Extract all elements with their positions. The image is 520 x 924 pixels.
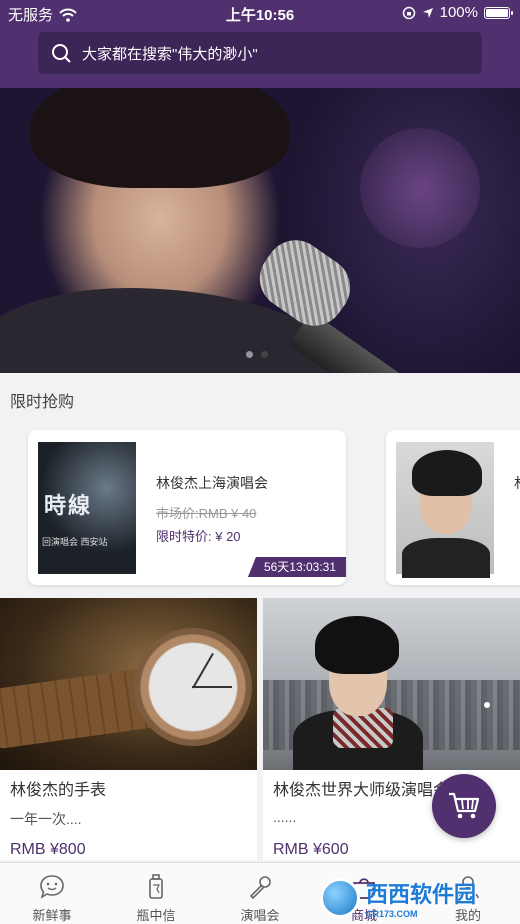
tab-news[interactable]: 新鲜事 [0, 863, 104, 924]
location-arrow-icon [422, 7, 433, 18]
artist-portrait-image [396, 442, 494, 578]
watermark-site: CR173.COM [366, 909, 418, 919]
product-price: RMB ¥600 [273, 841, 349, 858]
product-description: 一年一次.... [10, 811, 82, 827]
product-name: 林俊杰世界大师级演唱会 [273, 782, 450, 799]
tab-label: 瓶中信 [136, 908, 176, 923]
tab-bottle-message[interactable]: 瓶中信 [104, 863, 208, 924]
flash-sale-card[interactable]: 林 [386, 430, 520, 585]
product-name: 林俊杰的手表 [10, 782, 107, 799]
product-card[interactable]: 林俊杰的手表 一年一次.... RMB ¥800 [0, 598, 257, 860]
banner-pagination [246, 351, 268, 358]
flash-sale-card[interactable]: 時線 回演唱会 西安站 林俊杰上海演唱会 市场价:RMB ¥ 40 限时特价: … [28, 430, 346, 585]
bottle-icon [149, 874, 163, 899]
watermark-logo-icon [320, 878, 360, 918]
battery-icon [484, 6, 513, 19]
artist-photo-image [263, 598, 520, 770]
countdown-badge: 56天13:03:31 [247, 557, 346, 577]
status-bar: 无服务 上午10:56 100% [0, 0, 520, 28]
tab-concert[interactable]: 演唱会 [208, 863, 312, 924]
product-price: RMB ¥800 [10, 841, 86, 858]
chat-bubble-icon [40, 875, 64, 899]
pagination-dot-active[interactable] [261, 351, 268, 358]
flash-sale-carousel[interactable]: 時線 回演唱会 西安站 林俊杰上海演唱会 市场价:RMB ¥ 40 限时特价: … [0, 412, 520, 597]
pagination-dot[interactable] [246, 351, 253, 358]
concert-poster-image: 時線 回演唱会 西安站 [38, 442, 136, 574]
rotation-lock-icon [402, 6, 415, 19]
shopping-cart-icon [449, 792, 480, 819]
flash-item-name: 林俊杰上海演唱会 [156, 475, 268, 491]
top-header: 无服务 上午10:56 100% 大家都在搜索"伟大的渺小" [0, 0, 520, 88]
flash-special-price: 限时特价: ¥ 20 [156, 529, 241, 544]
flash-sale-title: 限时抢购 [10, 394, 75, 411]
flash-market-price: 市场价:RMB ¥ 40 [156, 506, 257, 521]
watermark-logo: 西西软件园 CR173.COM [320, 872, 500, 924]
battery-label: 100% [439, 4, 478, 21]
product-description: ...... [273, 809, 297, 825]
flash-item-name: 林 [514, 473, 520, 493]
cart-button[interactable] [432, 774, 496, 838]
search-placeholder: 大家都在搜索"伟大的渺小" [82, 45, 258, 63]
search-icon [52, 44, 71, 63]
watch-image [0, 598, 257, 770]
status-right: 100% [402, 4, 513, 21]
battery-fill [486, 8, 508, 17]
tab-label: 新鲜事 [32, 908, 72, 923]
tab-label: 演唱会 [240, 908, 280, 923]
search-bar[interactable]: 大家都在搜索"伟大的渺小" [38, 32, 482, 74]
microphone-icon [249, 876, 271, 900]
banner-carousel[interactable] [0, 88, 520, 373]
watermark-text: 西西软件园 [366, 882, 477, 907]
